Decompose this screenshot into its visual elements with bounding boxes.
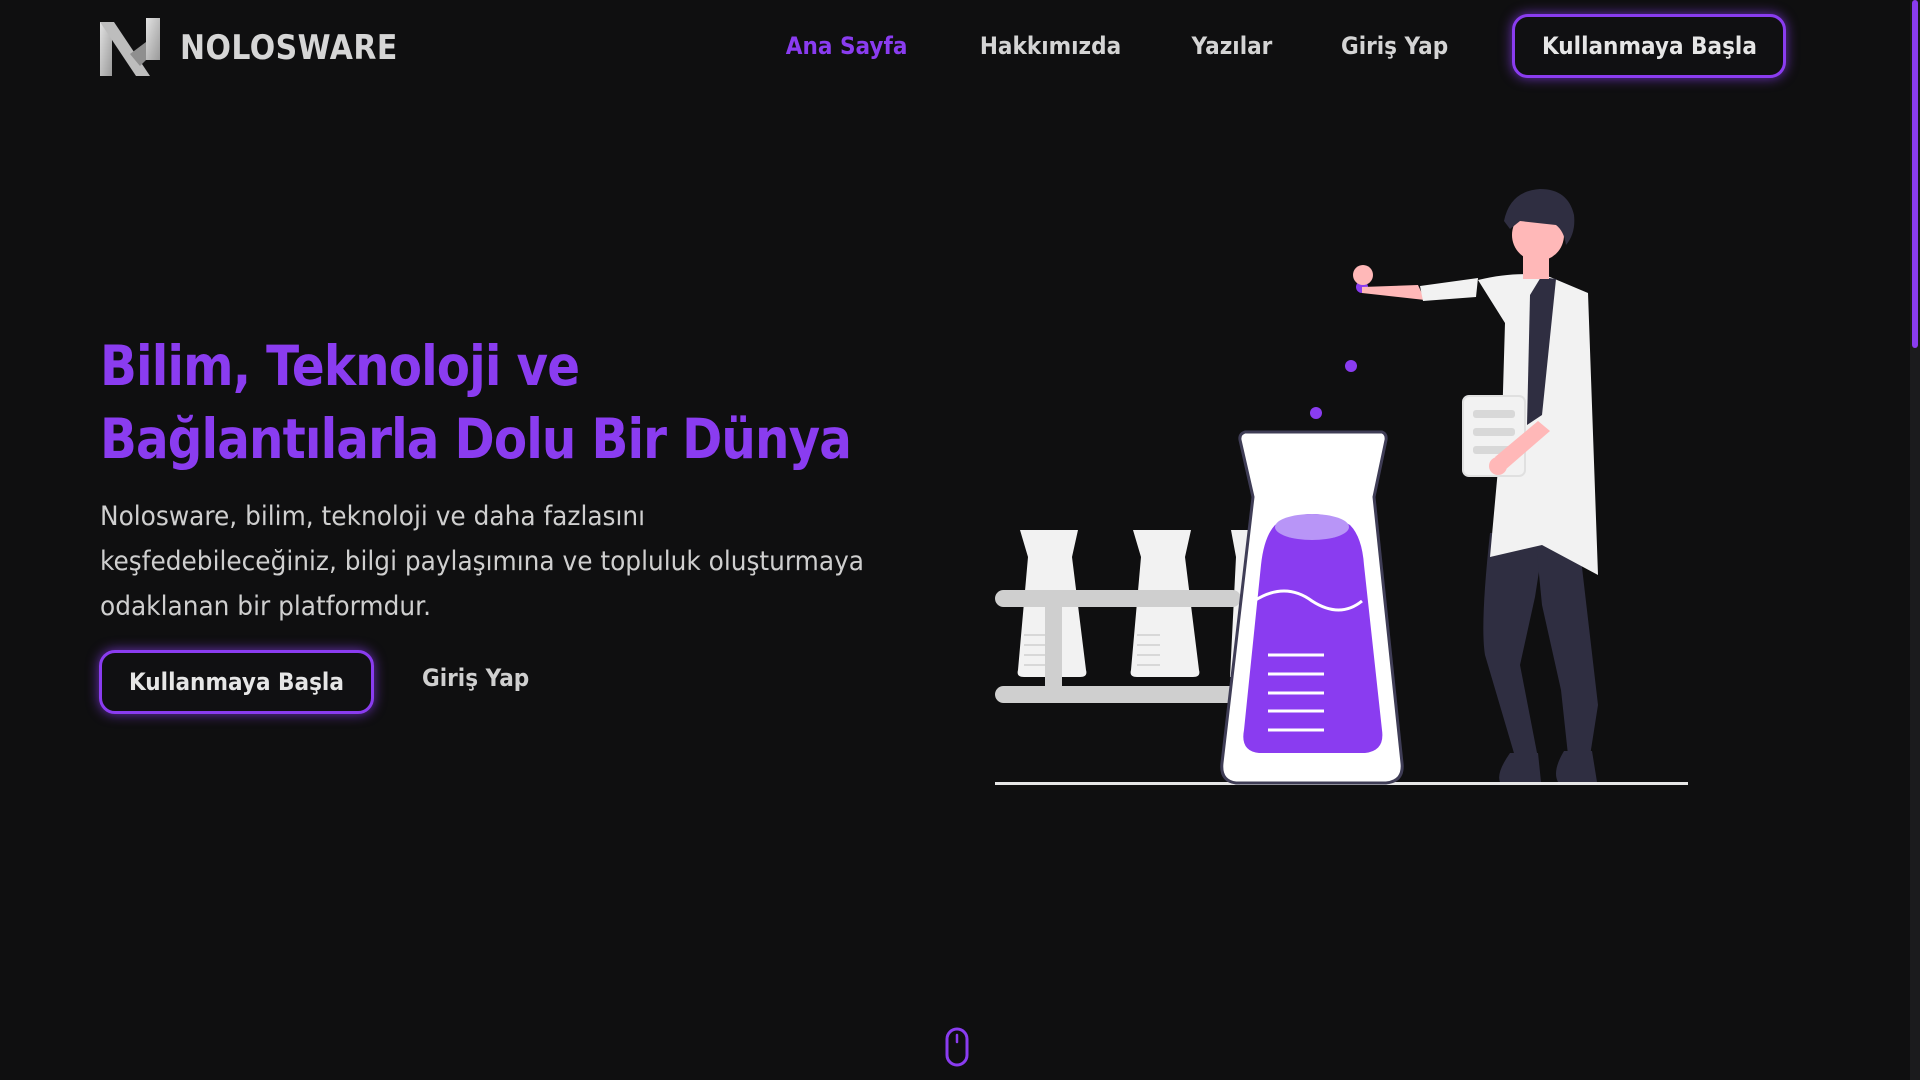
hero-title-line: Bağlantılarla Dolu Bir Dünya	[100, 407, 852, 471]
large-flask	[1220, 430, 1404, 785]
nav-about[interactable]: Hakkımızda	[980, 32, 1121, 60]
nav-login[interactable]: Giriş Yap	[1341, 32, 1448, 60]
bubble	[1345, 360, 1357, 372]
landing-page: NOLOSWARE Ana Sayfa Hakkımızda Yazılar G…	[0, 0, 1920, 1080]
logo-text: NOLOSWARE	[180, 28, 398, 68]
page-scrollbar[interactable]	[1910, 0, 1920, 1080]
mouse-scroll-icon[interactable]	[944, 1027, 970, 1067]
hero-description-line: odaklanan bir platformdur.	[100, 591, 431, 622]
nav-home[interactable]: Ana Sayfa	[785, 32, 907, 60]
logo-n-icon	[100, 18, 160, 76]
hero-description: Nolosware, bilim, teknoloji ve daha fazl…	[100, 494, 910, 629]
scrollbar-thumb[interactable]	[1912, 0, 1918, 348]
logo-link[interactable]: NOLOSWARE	[100, 18, 427, 78]
hero-get-started-label: Kullanmaya Başla	[129, 668, 344, 696]
nav-posts[interactable]: Yazılar	[1191, 32, 1272, 60]
hero-description-line: keşfedebileceğiniz, bilgi paylaşımına ve…	[100, 546, 865, 577]
hero-title: Bilim, Teknoloji ve Bağlantılarla Dolu B…	[100, 330, 892, 476]
bubble	[1310, 407, 1322, 419]
hero-title-line: Bilim, Teknoloji ve	[100, 334, 580, 398]
get-started-label: Kullanmaya Başla	[1541, 32, 1757, 60]
hero-get-started-button[interactable]: Kullanmaya Başla	[99, 650, 374, 714]
main-nav: Ana Sayfa Hakkımızda Yazılar Giriş Yap K…	[721, 14, 1786, 78]
scientist-illustration	[995, 189, 1688, 785]
hero-login-link[interactable]: Giriş Yap	[422, 664, 529, 692]
hero-description-line: Nolosware, bilim, teknoloji ve daha fazl…	[100, 501, 646, 532]
site-header: NOLOSWARE Ana Sayfa Hakkımızda Yazılar G…	[0, 0, 1910, 96]
get-started-button[interactable]: Kullanmaya Başla	[1512, 14, 1786, 78]
